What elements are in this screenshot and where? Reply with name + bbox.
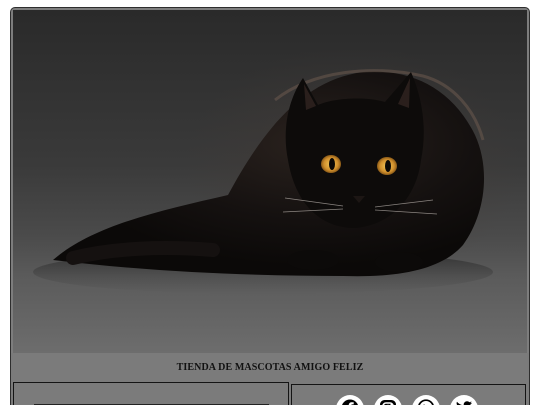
page-frame: TIENDA DE MASCOTAS AMIGO FELIZ bbox=[10, 7, 530, 405]
facebook-icon[interactable] bbox=[336, 395, 364, 405]
store-title-bar: TIENDA DE MASCOTAS AMIGO FELIZ bbox=[11, 353, 529, 381]
twitter-icon[interactable] bbox=[450, 395, 478, 405]
whatsapp-icon[interactable] bbox=[412, 395, 440, 405]
hero-image bbox=[13, 10, 527, 353]
footer-area bbox=[11, 381, 529, 405]
black-cat-photo bbox=[33, 69, 493, 294]
instagram-icon[interactable] bbox=[374, 395, 402, 405]
search-panel bbox=[13, 382, 289, 405]
social-panel bbox=[291, 384, 526, 405]
store-name: TIENDA DE MASCOTAS AMIGO FELIZ bbox=[176, 361, 364, 373]
